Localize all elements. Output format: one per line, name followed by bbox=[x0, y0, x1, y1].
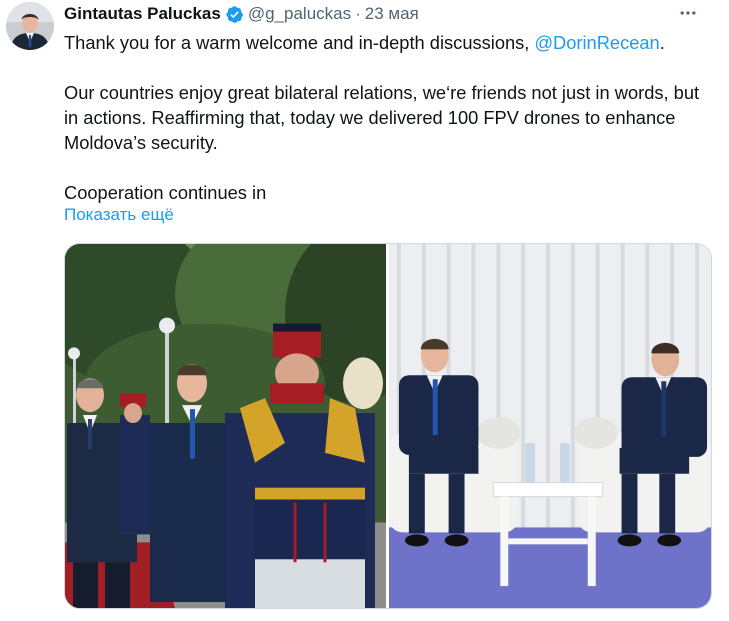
tweet[interactable]: Gintautas Paluckas @g_paluckas · 23 мая … bbox=[0, 0, 729, 621]
more-options-button[interactable] bbox=[673, 0, 703, 26]
tweet-date[interactable]: 23 мая bbox=[365, 4, 419, 24]
tweet-paragraph-2: Our countries enjoy great bilateral rela… bbox=[64, 82, 700, 153]
tweet-paragraph-3: Cooperation continues in bbox=[64, 182, 267, 203]
tweet-paragraph-1-end: . bbox=[659, 32, 665, 53]
photo-honor-guard-image bbox=[65, 244, 386, 608]
mention-link[interactable]: @DorinRecean bbox=[534, 32, 659, 53]
tweet-paragraph-1: Thank you for a warm welcome and in-dept… bbox=[64, 30, 714, 55]
tweet-paragraph-1-text: Thank you for a warm welcome and in-dept… bbox=[64, 32, 535, 53]
avatar[interactable] bbox=[6, 2, 54, 50]
avatar-image bbox=[6, 2, 54, 50]
tweet-header: Gintautas Paluckas @g_paluckas · 23 мая bbox=[64, 3, 419, 25]
show-more-link[interactable]: Показать ещё bbox=[64, 205, 174, 225]
media-grid bbox=[64, 243, 712, 609]
photo-honor-guard[interactable] bbox=[65, 244, 386, 608]
verified-badge-icon bbox=[225, 5, 244, 24]
photo-meeting-armchairs[interactable] bbox=[389, 244, 711, 608]
header-separator: · bbox=[355, 4, 361, 23]
author-handle[interactable]: @g_paluckas bbox=[248, 4, 351, 24]
author-name[interactable]: Gintautas Paluckas bbox=[64, 4, 221, 24]
photo-meeting-armchairs-image bbox=[389, 244, 711, 608]
more-horizontal-icon bbox=[680, 11, 696, 15]
tweet-text: Thank you for a warm welcome and in-dept… bbox=[64, 30, 714, 205]
